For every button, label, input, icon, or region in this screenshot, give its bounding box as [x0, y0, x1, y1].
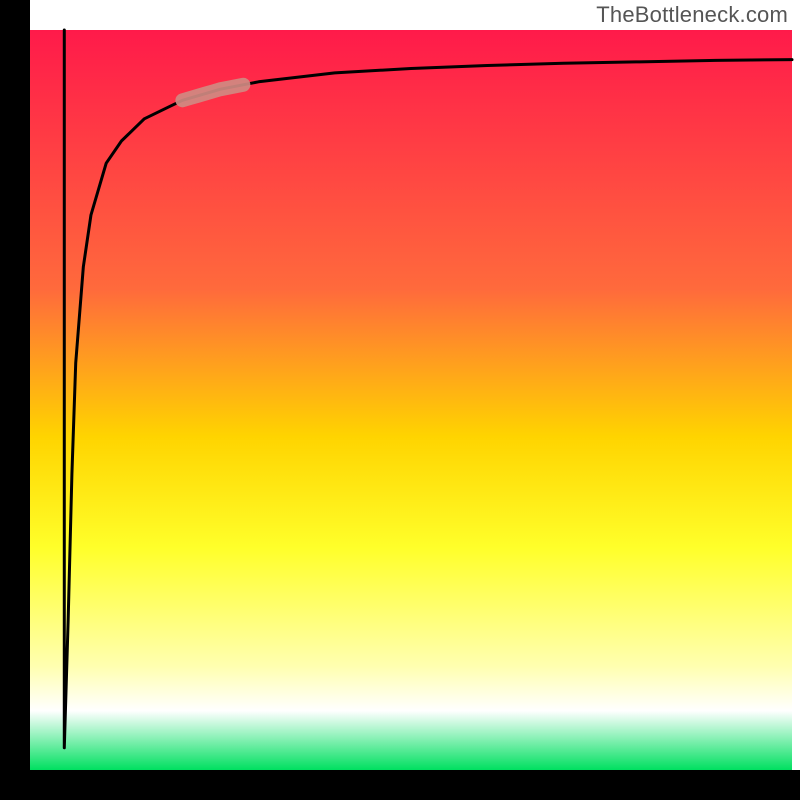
- plot-background: [30, 30, 792, 770]
- y-axis: [0, 0, 30, 800]
- chart-container: TheBottleneck.com: [0, 0, 800, 800]
- watermark-text: TheBottleneck.com: [596, 2, 788, 28]
- x-axis: [0, 770, 800, 800]
- chart-svg: [0, 0, 800, 800]
